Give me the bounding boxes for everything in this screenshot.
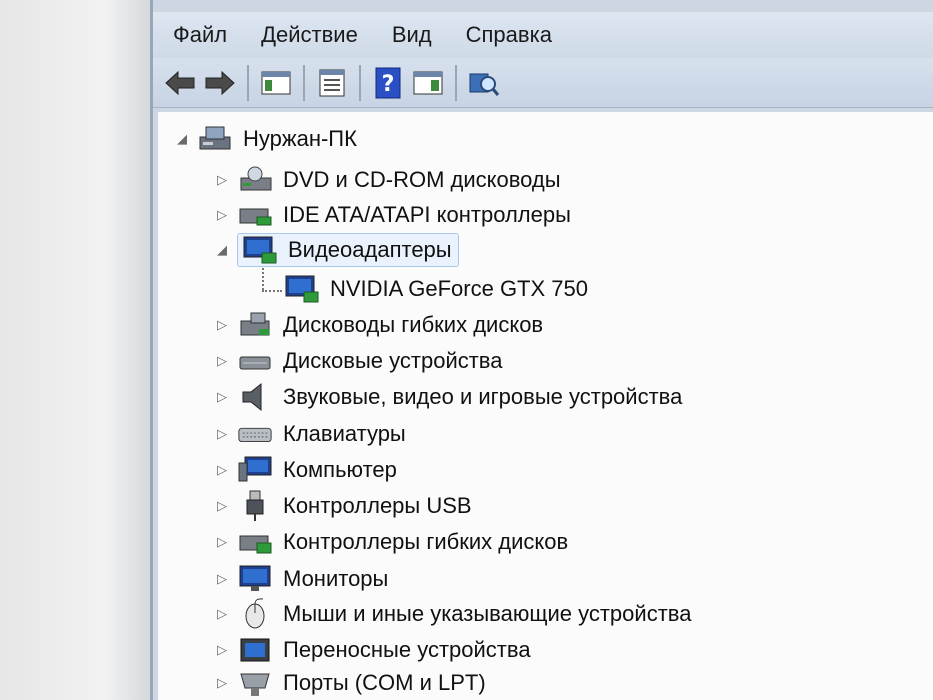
help-button[interactable]: ? xyxy=(371,66,405,100)
collapse-icon[interactable]: ◢ xyxy=(175,130,189,148)
selection-highlight: Видеоадаптеры xyxy=(237,233,459,267)
expand-icon[interactable]: ▷ xyxy=(215,533,229,551)
usb-icon xyxy=(237,490,273,521)
tree-item-floppy-drives[interactable]: ▷ Дисководы гибких дисков xyxy=(215,308,543,342)
tree-connector xyxy=(262,268,264,290)
menu-action[interactable]: Действие xyxy=(261,22,358,48)
tree-item-label: Дисковые устройства xyxy=(283,348,503,373)
tree-item-sound-video-game[interactable]: ▷ Звуковые, видео и игровые устройства xyxy=(215,380,682,414)
expand-icon[interactable]: ▷ xyxy=(215,425,229,443)
tree-item-dvd[interactable]: ▷ DVD и CD-ROM дисководы xyxy=(215,163,561,197)
floppy-drive-icon xyxy=(237,311,273,339)
portable-device-icon xyxy=(237,636,273,664)
mouse-icon xyxy=(237,598,273,629)
tree-item-disk-drives[interactable]: ▷ Дисковые устройства xyxy=(215,344,502,378)
tree-item-monitors[interactable]: ▷ Мониторы xyxy=(215,562,388,596)
expand-icon[interactable]: ▷ xyxy=(215,352,229,370)
tree-item-usb-controllers[interactable]: ▷ Контроллеры USB xyxy=(215,489,472,523)
tree-root-label: Нуржан-ПК xyxy=(243,126,357,151)
tree-item-label: DVD и CD-ROM дисководы xyxy=(283,167,561,192)
tree-item-label: Звуковые, видео и игровые устройства xyxy=(283,384,683,409)
toolbar-separator xyxy=(359,64,361,101)
expand-icon[interactable]: ▷ xyxy=(215,570,229,588)
computer-icon xyxy=(237,456,273,484)
tree-root[interactable]: ◢ Нуржан-ПК xyxy=(175,122,357,156)
tree-item-label: Дисководы гибких дисков xyxy=(283,312,544,337)
expand-icon[interactable]: ▷ xyxy=(215,497,229,515)
disk-drive-icon xyxy=(237,347,273,375)
menu-help[interactable]: Справка xyxy=(466,22,552,48)
tree-item-display-adapters[interactable]: ◢ Видеоадаптеры xyxy=(215,233,459,267)
tree-item-label: Мониторы xyxy=(283,566,389,591)
tree-connector xyxy=(262,290,282,292)
expand-icon[interactable]: ▷ xyxy=(215,641,229,659)
back-button[interactable] xyxy=(163,66,197,100)
tree-item-label: Мыши и иные указывающие устройства xyxy=(283,601,692,626)
expand-icon[interactable]: ▷ xyxy=(215,674,229,692)
tree-item-label: Видеоадаптеры xyxy=(288,237,452,262)
tree-item-nvidia-gtx-750[interactable]: NVIDIA GeForce GTX 750 xyxy=(284,272,588,306)
expand-icon[interactable]: ▷ xyxy=(215,206,229,224)
console-tree-button[interactable] xyxy=(259,66,293,100)
tree-item-ide[interactable]: ▷ IDE ATA/ATAPI контроллеры xyxy=(215,198,571,232)
toolbar: ? xyxy=(153,58,933,108)
computer-icon xyxy=(197,125,233,153)
action-pane-icon xyxy=(413,71,443,94)
tree-item-label: IDE ATA/ATAPI контроллеры xyxy=(283,202,571,227)
tree-item-label: NVIDIA GeForce GTX 750 xyxy=(330,276,588,301)
expand-icon[interactable]: ▷ xyxy=(215,461,229,479)
dvd-drive-icon xyxy=(237,166,273,194)
ide-controller-icon xyxy=(237,201,273,229)
expand-icon[interactable]: ▷ xyxy=(215,388,229,406)
console-tree-icon xyxy=(261,71,291,94)
scan-hardware-icon xyxy=(469,73,500,96)
help-icon: ? xyxy=(375,67,401,98)
properties-icon xyxy=(319,69,345,96)
properties-button[interactable] xyxy=(315,66,349,100)
tree-item-label: Контроллеры USB xyxy=(283,493,472,518)
forward-button[interactable] xyxy=(203,66,237,100)
tree-item-keyboards[interactable]: ▷ Клавиатуры xyxy=(215,417,406,451)
tree-item-ports[interactable]: ▷ Порты (COM и LPT) xyxy=(215,666,486,700)
tree-item-label: Порты (COM и LPT) xyxy=(283,670,486,695)
tree-item-floppy-controllers[interactable]: ▷ Контроллеры гибких дисков xyxy=(215,525,568,559)
floppy-controller-icon xyxy=(237,528,273,556)
scan-hardware-button[interactable] xyxy=(467,66,501,100)
menu-file[interactable]: Файл xyxy=(173,22,227,48)
forward-icon xyxy=(205,70,235,95)
monitor-icon xyxy=(237,565,273,593)
expand-icon[interactable]: ▷ xyxy=(215,605,229,623)
display-adapter-icon xyxy=(242,236,278,264)
port-icon xyxy=(237,669,273,697)
keyboard-icon xyxy=(237,420,273,448)
tree-item-computer[interactable]: ▷ Компьютер xyxy=(215,453,397,487)
tree-item-portable-devices[interactable]: ▷ Переносные устройства xyxy=(215,633,531,667)
svg-text:?: ? xyxy=(382,72,395,97)
speaker-icon xyxy=(237,382,273,412)
tree-item-label: Клавиатуры xyxy=(283,421,406,446)
display-adapter-icon xyxy=(284,275,320,303)
toolbar-separator xyxy=(303,64,305,101)
collapse-icon[interactable]: ◢ xyxy=(215,241,229,259)
menu-bar: Файл Действие Вид Справка xyxy=(153,12,933,58)
action-pane-button[interactable] xyxy=(411,66,445,100)
toolbar-separator xyxy=(455,64,457,101)
back-icon xyxy=(165,70,195,95)
tree-item-label: Контроллеры гибких дисков xyxy=(283,529,569,554)
expand-icon[interactable]: ▷ xyxy=(215,171,229,189)
tree-item-label: Переносные устройства xyxy=(283,637,531,662)
tree-item-mice[interactable]: ▷ Мыши и иные указывающие устройства xyxy=(215,597,691,631)
monitor-bezel xyxy=(0,0,150,700)
expand-icon[interactable]: ▷ xyxy=(215,316,229,334)
toolbar-separator xyxy=(247,64,249,101)
menu-view[interactable]: Вид xyxy=(392,22,432,48)
tree-item-label: Компьютер xyxy=(283,457,397,482)
